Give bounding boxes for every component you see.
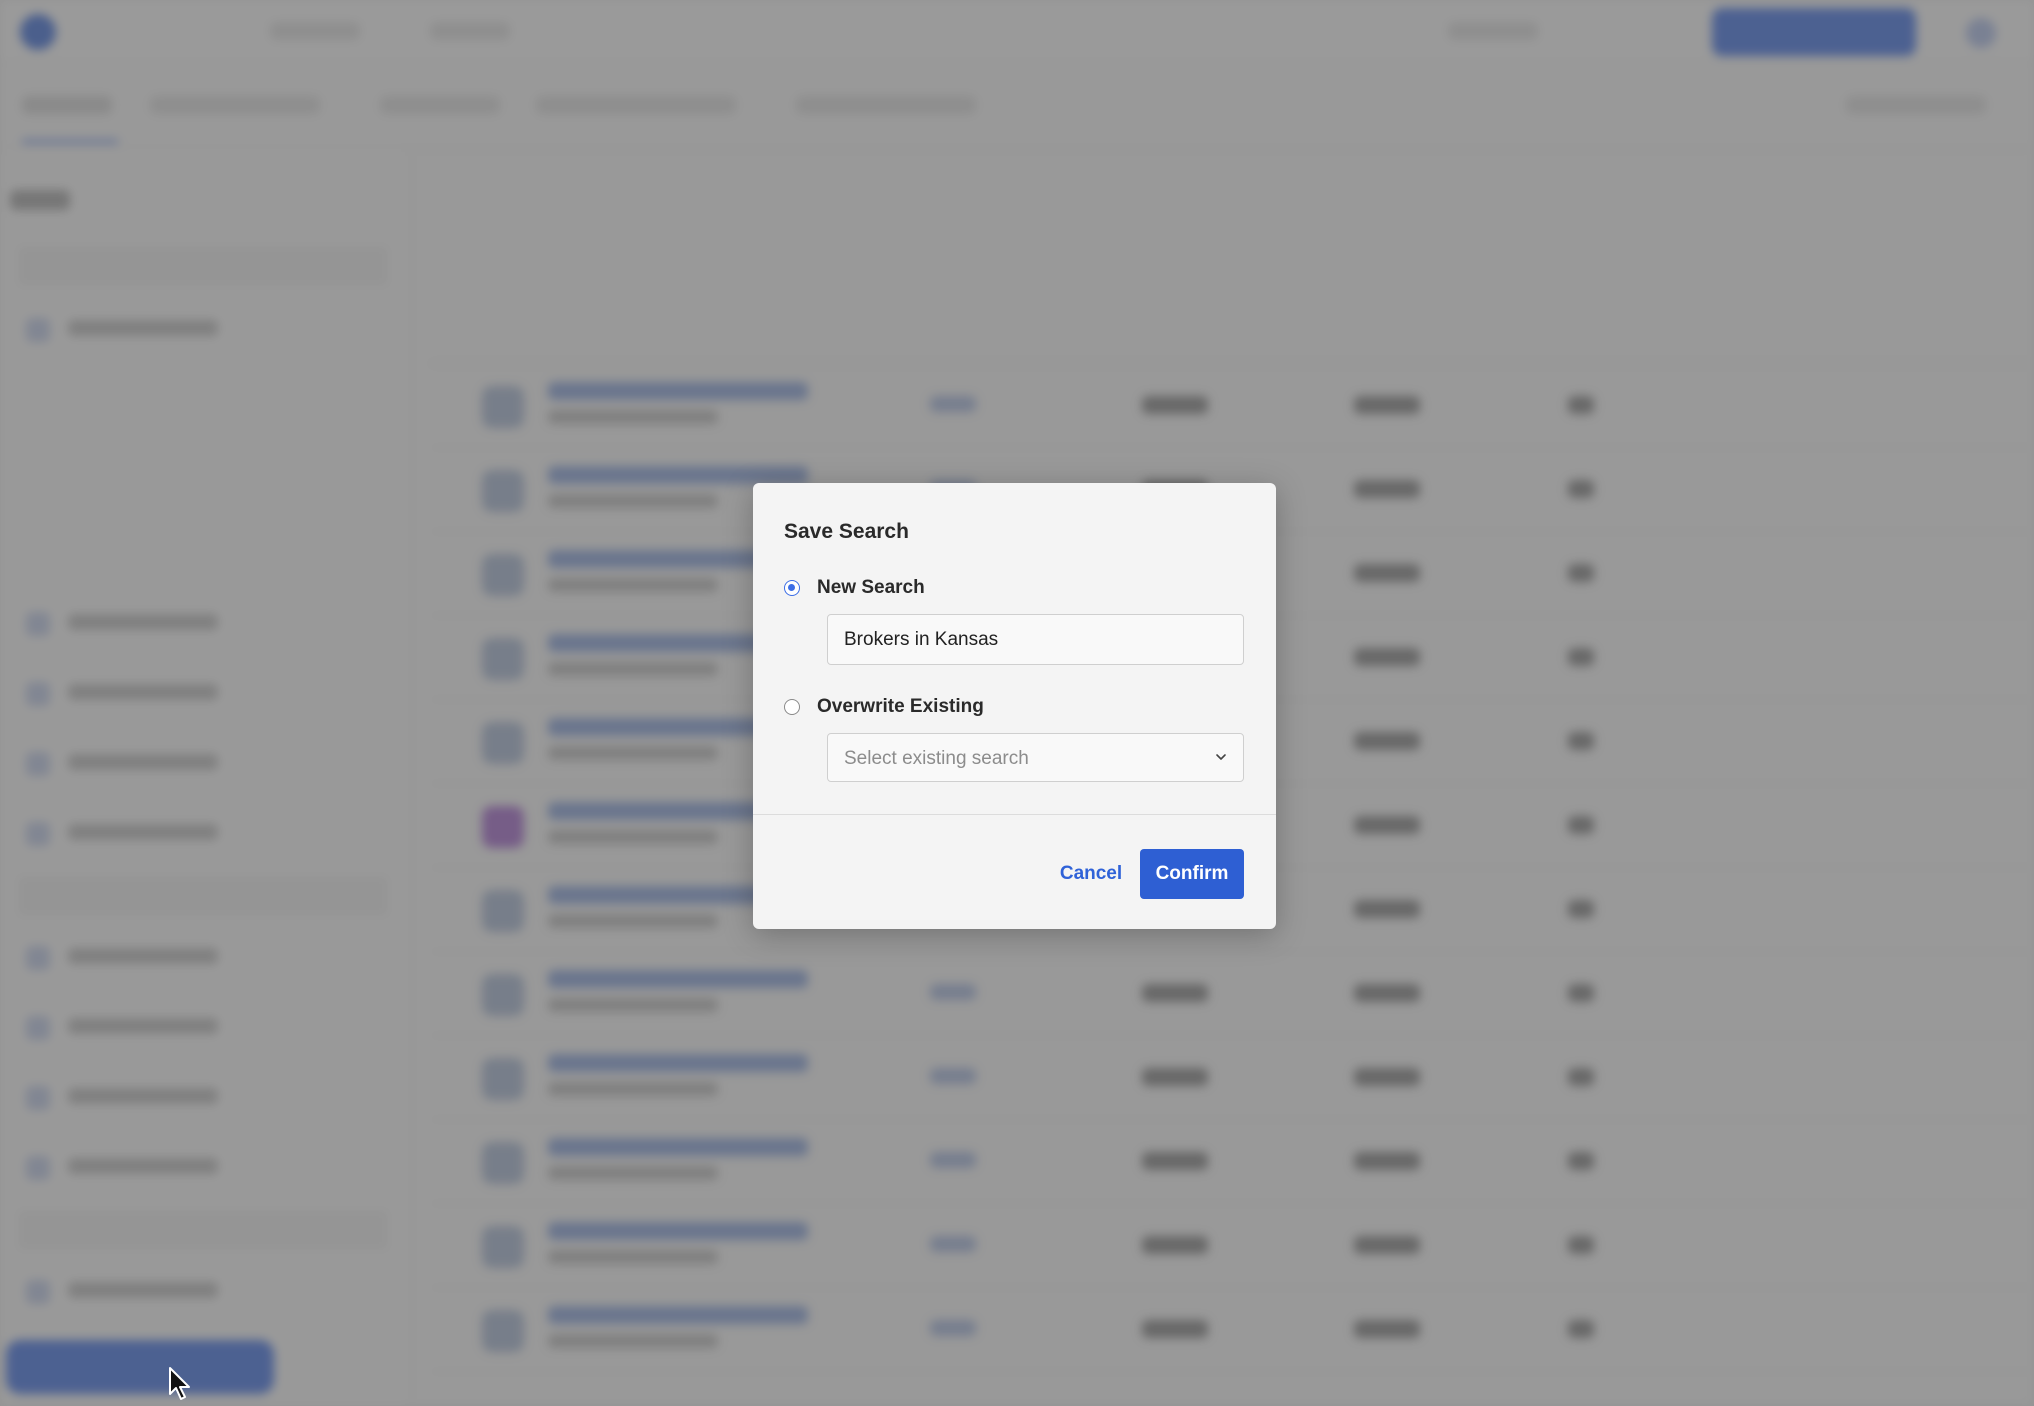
chevron-down-icon	[1216, 754, 1226, 760]
existing-search-select[interactable]: Select existing search	[827, 733, 1244, 782]
overwrite-existing-radio[interactable]	[784, 699, 800, 715]
overwrite-existing-label[interactable]: Overwrite Existing	[817, 696, 984, 718]
confirm-button[interactable]: Confirm	[1140, 849, 1244, 899]
mouse-pointer-icon	[169, 1367, 190, 1400]
dialog-title: Save Search	[784, 520, 909, 543]
new-search-radio[interactable]	[784, 580, 800, 596]
dialog-divider	[753, 814, 1276, 815]
new-search-label[interactable]: New Search	[817, 577, 925, 599]
select-placeholder: Select existing search	[844, 748, 1029, 769]
search-name-input[interactable]	[827, 614, 1244, 665]
save-search-dialog: Save Search New Search Overwrite Existin…	[753, 483, 1276, 929]
cancel-button[interactable]: Cancel	[1029, 849, 1153, 899]
